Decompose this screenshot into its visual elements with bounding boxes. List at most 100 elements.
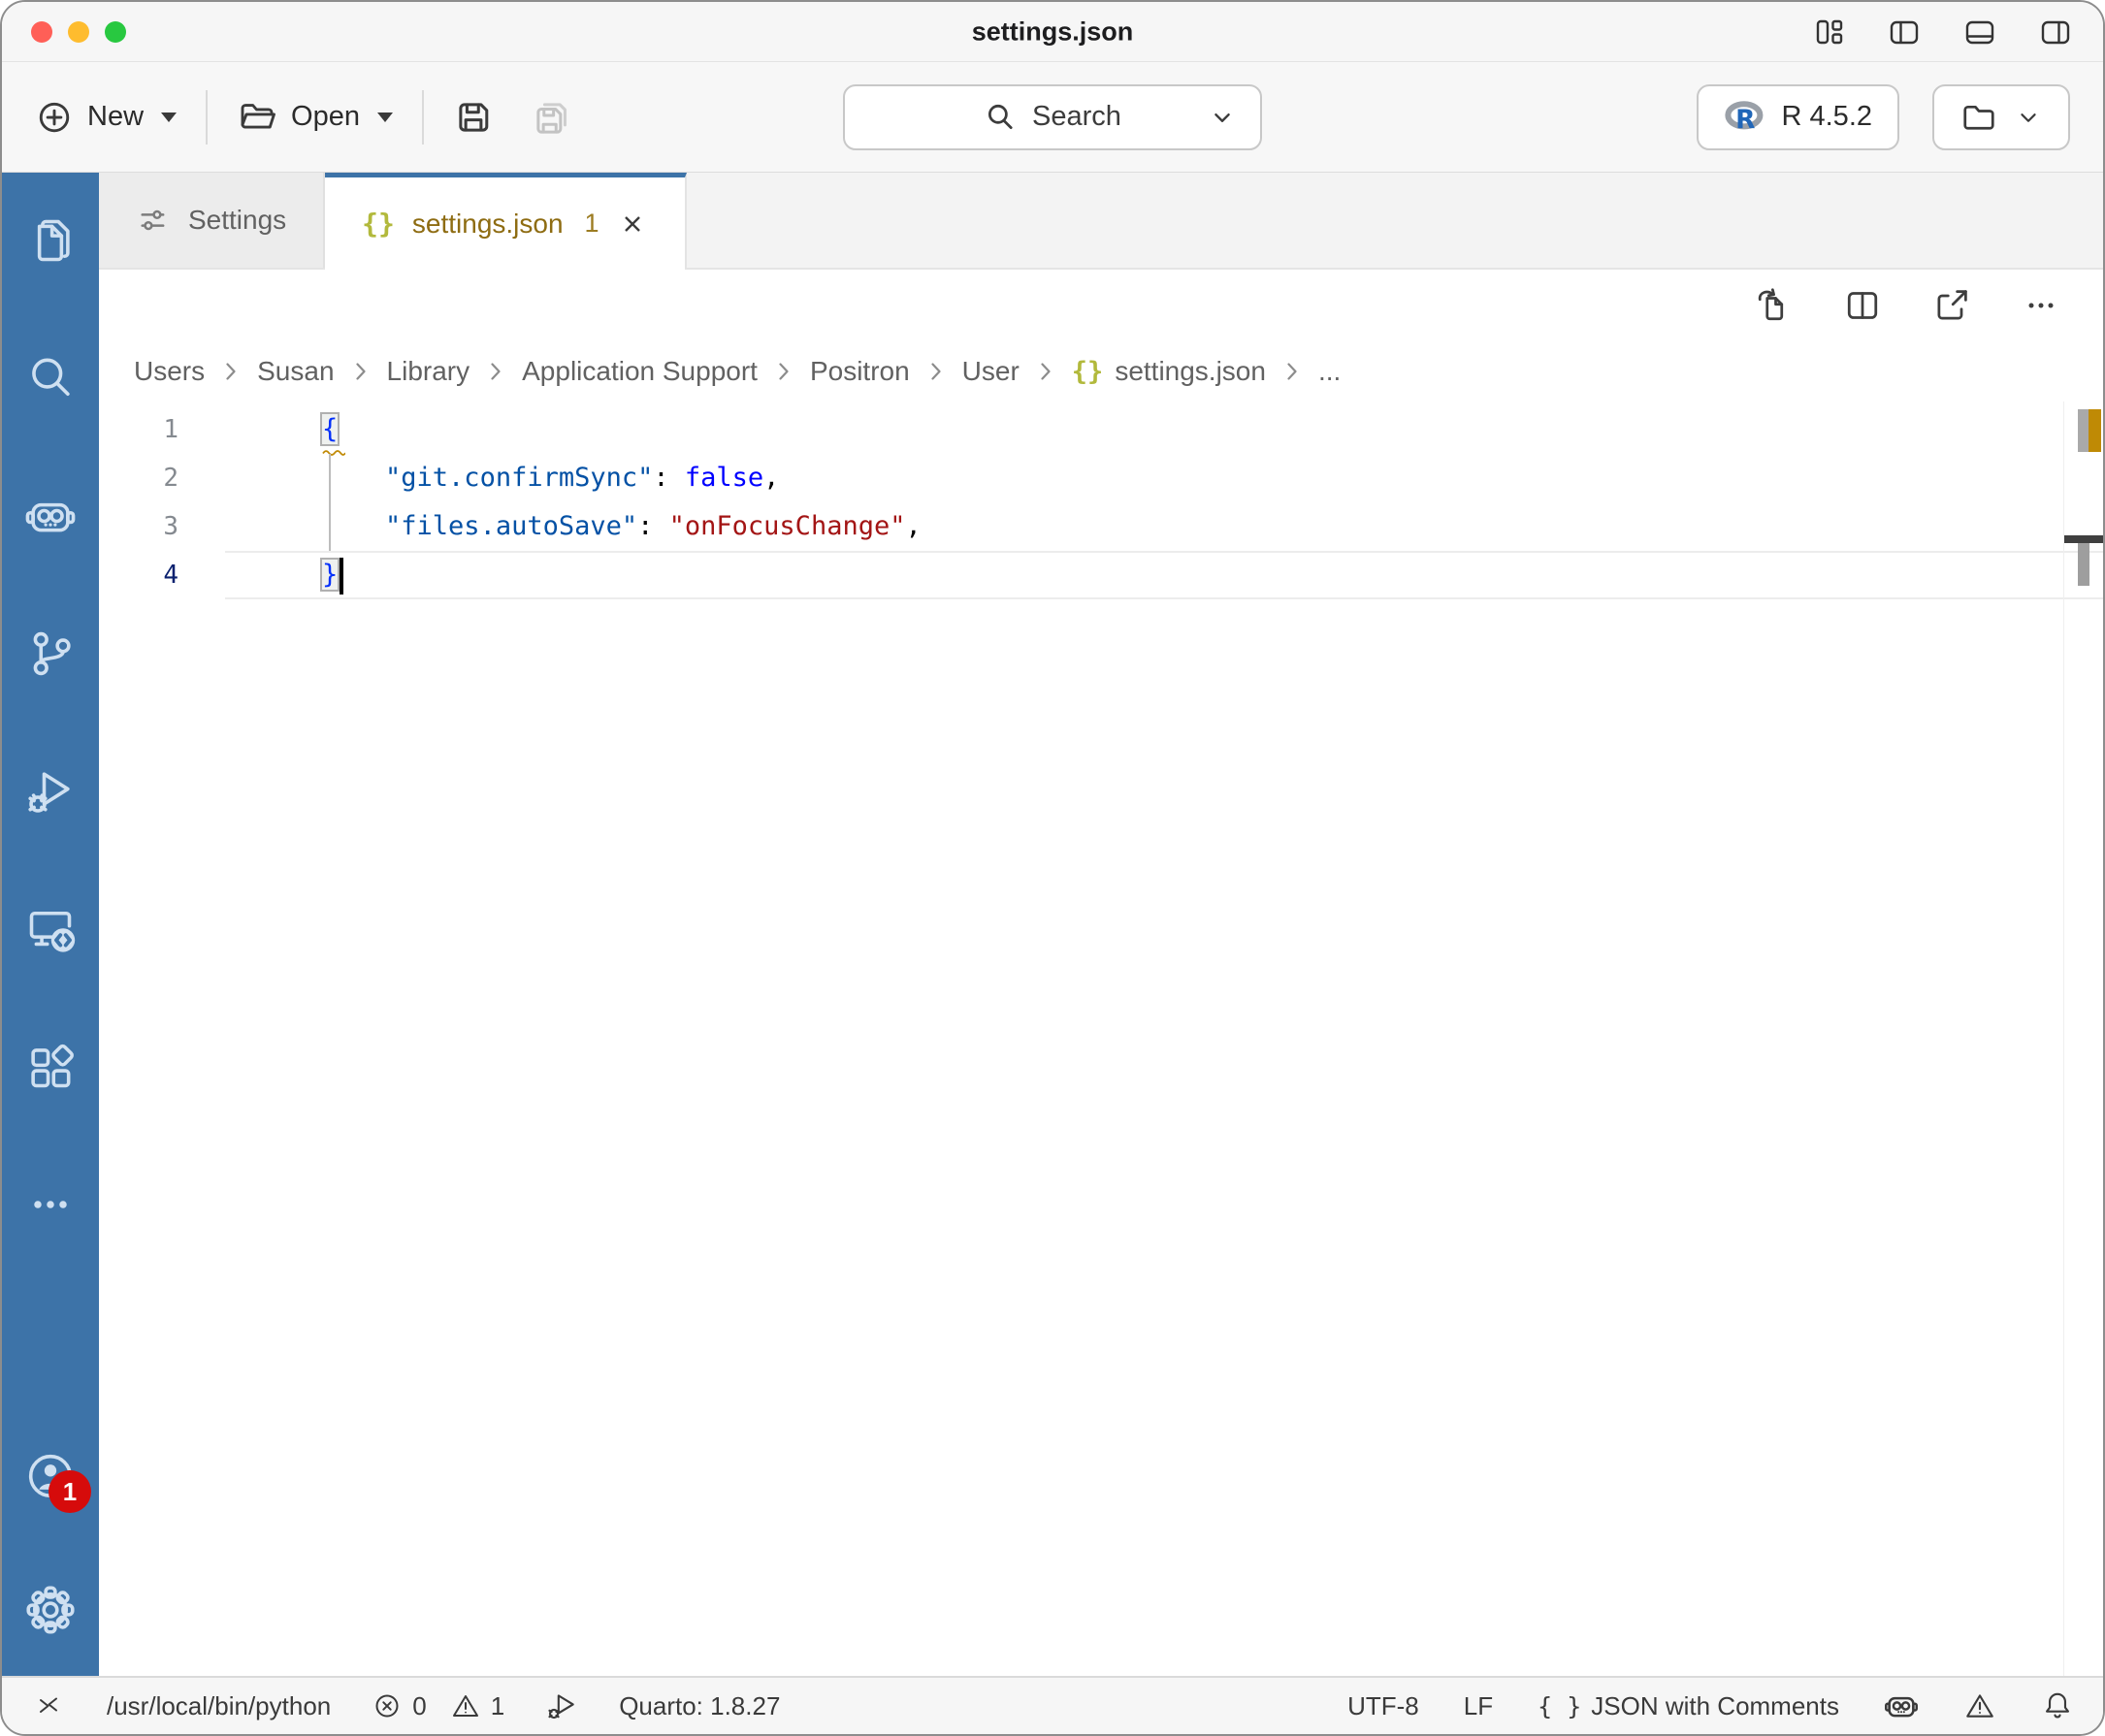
quarto-version[interactable]: Quarto: 1.8.27: [619, 1691, 780, 1721]
json-file-icon: {}: [362, 208, 395, 240]
search-label: Search: [1032, 101, 1121, 132]
split-editor-icon[interactable]: [1843, 286, 1882, 325]
eol-indicator[interactable]: LF: [1464, 1691, 1493, 1721]
zoom-window-button[interactable]: [105, 20, 126, 43]
breadcrumb-item[interactable]: Users: [134, 356, 205, 387]
workspace-folder-button[interactable]: [1932, 83, 2070, 150]
open-button[interactable]: Open: [237, 98, 393, 137]
top-action-bar: New Open Search R R 4.5.2: [2, 62, 2103, 173]
sidebar-item-source-control[interactable]: [25, 628, 76, 679]
account-button[interactable]: 1: [25, 1451, 91, 1513]
code-token: :: [637, 511, 669, 541]
code-line[interactable]: 3 "files.autoSave": "onFocusChange",: [99, 502, 2103, 551]
extensions-icon: [25, 1042, 76, 1092]
error-icon: [372, 1690, 403, 1721]
toolbar-divider: [206, 89, 209, 145]
robot-icon: [25, 491, 76, 541]
save-icon[interactable]: [453, 97, 494, 138]
close-window-button[interactable]: [31, 20, 52, 43]
code-token: }: [319, 558, 340, 592]
breadcrumb-item[interactable]: Library: [387, 356, 470, 387]
tab-problem-badge: 1: [584, 209, 599, 238]
new-plus-icon: [35, 98, 74, 137]
search-input[interactable]: Search: [843, 83, 1262, 150]
toggle-secondary-sidebar-icon[interactable]: [2037, 15, 2074, 49]
open-label: Open: [291, 101, 360, 132]
toggle-panel-icon[interactable]: [1961, 15, 1998, 49]
line-number: 4: [163, 561, 178, 590]
breadcrumb-separator-icon: [1280, 360, 1304, 383]
code-line[interactable]: 1{: [99, 405, 2103, 456]
scrollbar-thumb[interactable]: [2078, 409, 2089, 452]
encoding-indicator[interactable]: UTF-8: [1347, 1691, 1419, 1721]
sidebar-item-more[interactable]: [25, 1179, 76, 1230]
sidebar-item-extensions[interactable]: [25, 1042, 76, 1092]
error-count: 0: [412, 1690, 427, 1720]
warning-bell-icon[interactable]: [1963, 1689, 1996, 1722]
search-icon: [25, 353, 76, 403]
window-title: settings.json: [971, 16, 1134, 46]
json-braces-icon: { }: [1538, 1691, 1582, 1720]
svg-text:R: R: [1735, 105, 1755, 135]
problems-indicator[interactable]: 0 1: [372, 1690, 504, 1721]
sidebar-item-explorer[interactable]: [25, 215, 76, 266]
search-dropdown-chevron-icon[interactable]: [1208, 103, 1237, 132]
breadcrumb-item[interactable]: Application Support: [522, 356, 758, 387]
save-all-icon[interactable]: [531, 97, 571, 138]
python-interpreter[interactable]: /usr/local/bin/python: [107, 1691, 331, 1721]
more-actions-icon[interactable]: [2022, 286, 2060, 325]
toolbar-divider: [421, 89, 424, 145]
tab-settings[interactable]: Settings: [99, 173, 326, 268]
toggle-primary-sidebar-icon[interactable]: [1886, 15, 1923, 49]
code-token: {: [319, 412, 340, 446]
line-number: 1: [163, 415, 178, 444]
remote-monitor-icon: [25, 904, 76, 954]
tab-label: settings.json: [411, 208, 564, 239]
notifications-bell-icon[interactable]: [2041, 1689, 2074, 1722]
remote-indicator[interactable]: [31, 1690, 66, 1721]
open-in-new-window-icon[interactable]: [1932, 286, 1971, 325]
sidebar-item-search[interactable]: [25, 353, 76, 403]
settings-gear-button[interactable]: [25, 1585, 76, 1635]
files-icon: [25, 215, 76, 266]
folder-dropdown-chevron-icon: [2014, 103, 2043, 132]
sidebar-item-remote-explorer[interactable]: [25, 904, 76, 954]
breadcrumb-item[interactable]: User: [962, 356, 1020, 387]
code-line[interactable]: 2 "git.confirmSync": false,: [99, 454, 2103, 502]
git-branch-icon: [25, 628, 76, 679]
overview-warning-marker: [2089, 409, 2101, 452]
open-dropdown-caret-icon: [376, 112, 393, 122]
breadcrumb-separator-icon: [484, 360, 507, 383]
customize-layout-icon[interactable]: [1812, 15, 1847, 49]
language-mode[interactable]: { } JSON with Comments: [1538, 1691, 1839, 1721]
close-tab-icon[interactable]: [617, 209, 648, 240]
r-runtime-button[interactable]: R R 4.5.2: [1696, 83, 1899, 150]
code-token: "files.autoSave": [385, 511, 638, 541]
sidebar-item-debug[interactable]: [25, 766, 76, 817]
open-folder-icon: [237, 98, 277, 137]
new-label: New: [87, 101, 145, 132]
overview-cursor-marker: [2064, 535, 2103, 543]
breadcrumb-separator-icon: [772, 360, 795, 383]
editor-actions: [99, 270, 2103, 341]
new-button[interactable]: New: [35, 98, 178, 137]
open-changes-icon[interactable]: [1754, 286, 1793, 325]
title-bar: settings.json: [2, 2, 2103, 62]
breadcrumb-item[interactable]: Susan: [257, 356, 334, 387]
breadcrumb-item[interactable]: Positron: [810, 356, 910, 387]
debug-status-icon[interactable]: [545, 1689, 578, 1722]
activity-bar: 1: [2, 173, 99, 1676]
assistant-status-icon[interactable]: [1884, 1688, 1919, 1723]
breadcrumb-item[interactable]: {} settings.json: [1072, 356, 1266, 387]
sidebar-item-assistant[interactable]: [25, 491, 76, 541]
line-number: 3: [163, 512, 178, 541]
minimize-window-button[interactable]: [68, 20, 89, 43]
code-editor[interactable]: 1{2 "git.confirmSync": false, 3 "files.au…: [99, 402, 2103, 1676]
code-line[interactable]: 4}: [99, 551, 2103, 599]
breadcrumb-item[interactable]: ...: [1318, 356, 1341, 387]
overview-selection-marker: [2078, 543, 2089, 586]
tab-settings-json[interactable]: {} settings.json 1: [325, 173, 687, 270]
tab-label: Settings: [188, 205, 287, 235]
